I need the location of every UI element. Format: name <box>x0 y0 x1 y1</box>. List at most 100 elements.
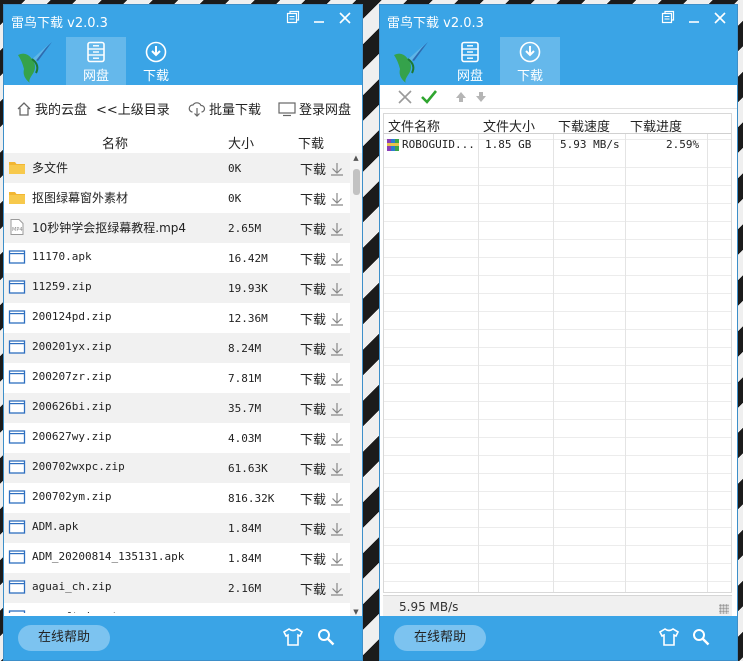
download-link[interactable]: 下载 <box>300 249 344 268</box>
minimize-button[interactable] <box>308 8 330 30</box>
tab-download[interactable]: 下载 <box>500 37 560 85</box>
file-name: 200702wxpc.zip <box>32 460 125 473</box>
download-link[interactable]: 下载 <box>300 579 344 598</box>
file-row[interactable]: 200627wy.zip 4.03M 下载 <box>4 423 350 453</box>
download-link[interactable]: 下载 <box>300 159 344 178</box>
download-link[interactable]: 下载 <box>300 609 344 613</box>
download-row[interactable]: ROBOGUID... 1.85 GB 5.93 MB/s 2.59% <box>384 136 731 154</box>
download-arrow-icon[interactable] <box>330 402 344 416</box>
file-row[interactable]: 11170.apk 16.42M 下载 <box>4 243 350 273</box>
tshirt-icon[interactable] <box>659 628 679 646</box>
download-link[interactable]: 下载 <box>300 309 344 328</box>
file-row[interactable]: 抠图绿幕窗外素材 0K 下载 <box>4 183 350 213</box>
download-arrow-icon[interactable] <box>330 522 344 536</box>
cabinet-icon <box>87 41 105 63</box>
file-row[interactable]: anvsoftpixsetup.exe 1.96M 下载 <box>4 603 350 613</box>
login-netdisk-button[interactable]: 登录网盘 <box>278 99 351 118</box>
file-row[interactable]: 200124pd.zip 12.36M 下载 <box>4 303 350 333</box>
download-label: 下载 <box>300 163 327 178</box>
download-arrow-icon[interactable] <box>330 162 344 176</box>
column-download-progress: 下载进度 <box>630 120 683 135</box>
file-row[interactable]: 200702ym.zip 816.32K 下载 <box>4 483 350 513</box>
file-name: 200124pd.zip <box>32 310 112 323</box>
download-arrow-icon[interactable] <box>330 552 344 566</box>
file-row[interactable]: 200207zr.zip 7.81M 下载 <box>4 363 350 393</box>
download-link[interactable]: 下载 <box>300 219 344 238</box>
file-size: 816.32K <box>228 492 275 505</box>
download-arrow-icon[interactable] <box>330 282 344 296</box>
download-arrow-icon[interactable] <box>330 462 344 476</box>
title-bar[interactable]: 雷鸟下载 v2.0.3 <box>380 5 737 37</box>
move-up-icon[interactable] <box>452 88 470 106</box>
download-arrow-icon[interactable] <box>330 612 344 613</box>
file-size: 1.96M <box>228 612 261 613</box>
download-link[interactable]: 下载 <box>300 549 344 568</box>
download-arrow-icon[interactable] <box>330 312 344 326</box>
checkmark-icon[interactable] <box>420 88 438 106</box>
download-arrow-icon[interactable] <box>330 222 344 236</box>
restore-button[interactable] <box>657 8 679 30</box>
delete-x-icon[interactable] <box>396 88 414 106</box>
restore-button[interactable] <box>282 8 304 30</box>
file-row[interactable]: ADM.apk 1.84M 下载 <box>4 513 350 543</box>
download-arrow-icon[interactable] <box>330 492 344 506</box>
close-button[interactable] <box>334 8 356 30</box>
download-link[interactable]: 下载 <box>300 519 344 538</box>
file-row[interactable]: aguai_ch.zip 2.16M 下载 <box>4 573 350 603</box>
file-name: anvsoftpixsetup.exe <box>32 610 158 613</box>
download-arrow-icon[interactable] <box>330 192 344 206</box>
tab-netdisk-label: 网盘 <box>456 69 483 84</box>
file-row[interactable]: 200201yx.zip 8.24M 下载 <box>4 333 350 363</box>
online-help-button[interactable]: 在线帮助 <box>18 625 110 651</box>
download-link[interactable]: 下载 <box>300 429 344 448</box>
download-link[interactable]: 下载 <box>300 459 344 478</box>
download-arrow-icon[interactable] <box>330 582 344 596</box>
restore-icon <box>286 10 300 24</box>
download-link[interactable]: 下载 <box>300 279 344 298</box>
download-link[interactable]: 下载 <box>300 369 344 388</box>
download-table-header: 文件名称 文件大小 下载速度 下载进度 <box>384 114 731 135</box>
my-cloud-label: 我的云盘 <box>35 103 88 118</box>
close-button[interactable] <box>709 8 731 30</box>
batch-download-button[interactable]: 批量下载 <box>188 99 261 118</box>
tab-download[interactable]: 下载 <box>126 37 186 85</box>
download-link[interactable]: 下载 <box>300 339 344 358</box>
download-label: 下载 <box>300 433 327 448</box>
tab-netdisk[interactable]: 网盘 <box>440 37 500 85</box>
minimize-button[interactable] <box>683 8 705 30</box>
file-name: ADM_20200814_135131.apk <box>32 550 185 563</box>
up-directory-button[interactable]: <<上级目录 <box>96 99 170 118</box>
download-arrow-icon[interactable] <box>330 342 344 356</box>
online-help-button[interactable]: 在线帮助 <box>394 625 486 651</box>
file-row[interactable]: 200702wxpc.zip 61.63K 下载 <box>4 453 350 483</box>
file-row[interactable]: 11259.zip 19.93K 下载 <box>4 273 350 303</box>
scroll-up-arrow-icon[interactable]: ▲ <box>350 153 362 163</box>
download-arrow-icon[interactable] <box>330 432 344 446</box>
scroll-thumb[interactable] <box>353 169 360 195</box>
tab-netdisk[interactable]: 网盘 <box>66 37 126 85</box>
tshirt-icon[interactable] <box>283 628 303 646</box>
close-icon <box>339 12 351 24</box>
my-cloud-button[interactable]: 我的云盘 <box>16 99 88 118</box>
file-name: 11170.apk <box>32 250 92 263</box>
file-name: 11259.zip <box>32 280 92 293</box>
download-link[interactable]: 下载 <box>300 489 344 508</box>
file-row[interactable]: 多文件 0K 下载 <box>4 153 350 183</box>
move-down-icon[interactable] <box>472 88 490 106</box>
file-row[interactable]: 200626bi.zip 35.7M 下载 <box>4 393 350 423</box>
download-link[interactable]: 下载 <box>300 399 344 418</box>
status-bar: 5.95 MB/s <box>383 595 732 617</box>
title-bar[interactable]: 雷鸟下载 v2.0.3 <box>4 5 362 37</box>
search-icon[interactable] <box>317 628 335 646</box>
download-arrow-icon[interactable] <box>330 252 344 266</box>
tab-download-label: 下载 <box>516 69 543 84</box>
download-arrow-icon[interactable] <box>330 372 344 386</box>
file-row[interactable]: ADM_20200814_135131.apk 1.84M 下载 <box>4 543 350 573</box>
download-link[interactable]: 下载 <box>300 189 344 208</box>
search-icon[interactable] <box>692 628 710 646</box>
file-list-scrollbar[interactable]: ▲ ▼ <box>350 153 362 617</box>
file-list: 多文件 0K 下载 抠图绿幕窗外素材 0K 下载 MP4 10秒钟学会抠绿幕教程.mp4 2.6… <box>4 153 350 613</box>
download-label: 下载 <box>300 463 327 478</box>
resize-grip-icon[interactable] <box>719 604 729 614</box>
file-row[interactable]: MP4 10秒钟学会抠绿幕教程.mp4 2.65M 下载 <box>4 213 350 243</box>
